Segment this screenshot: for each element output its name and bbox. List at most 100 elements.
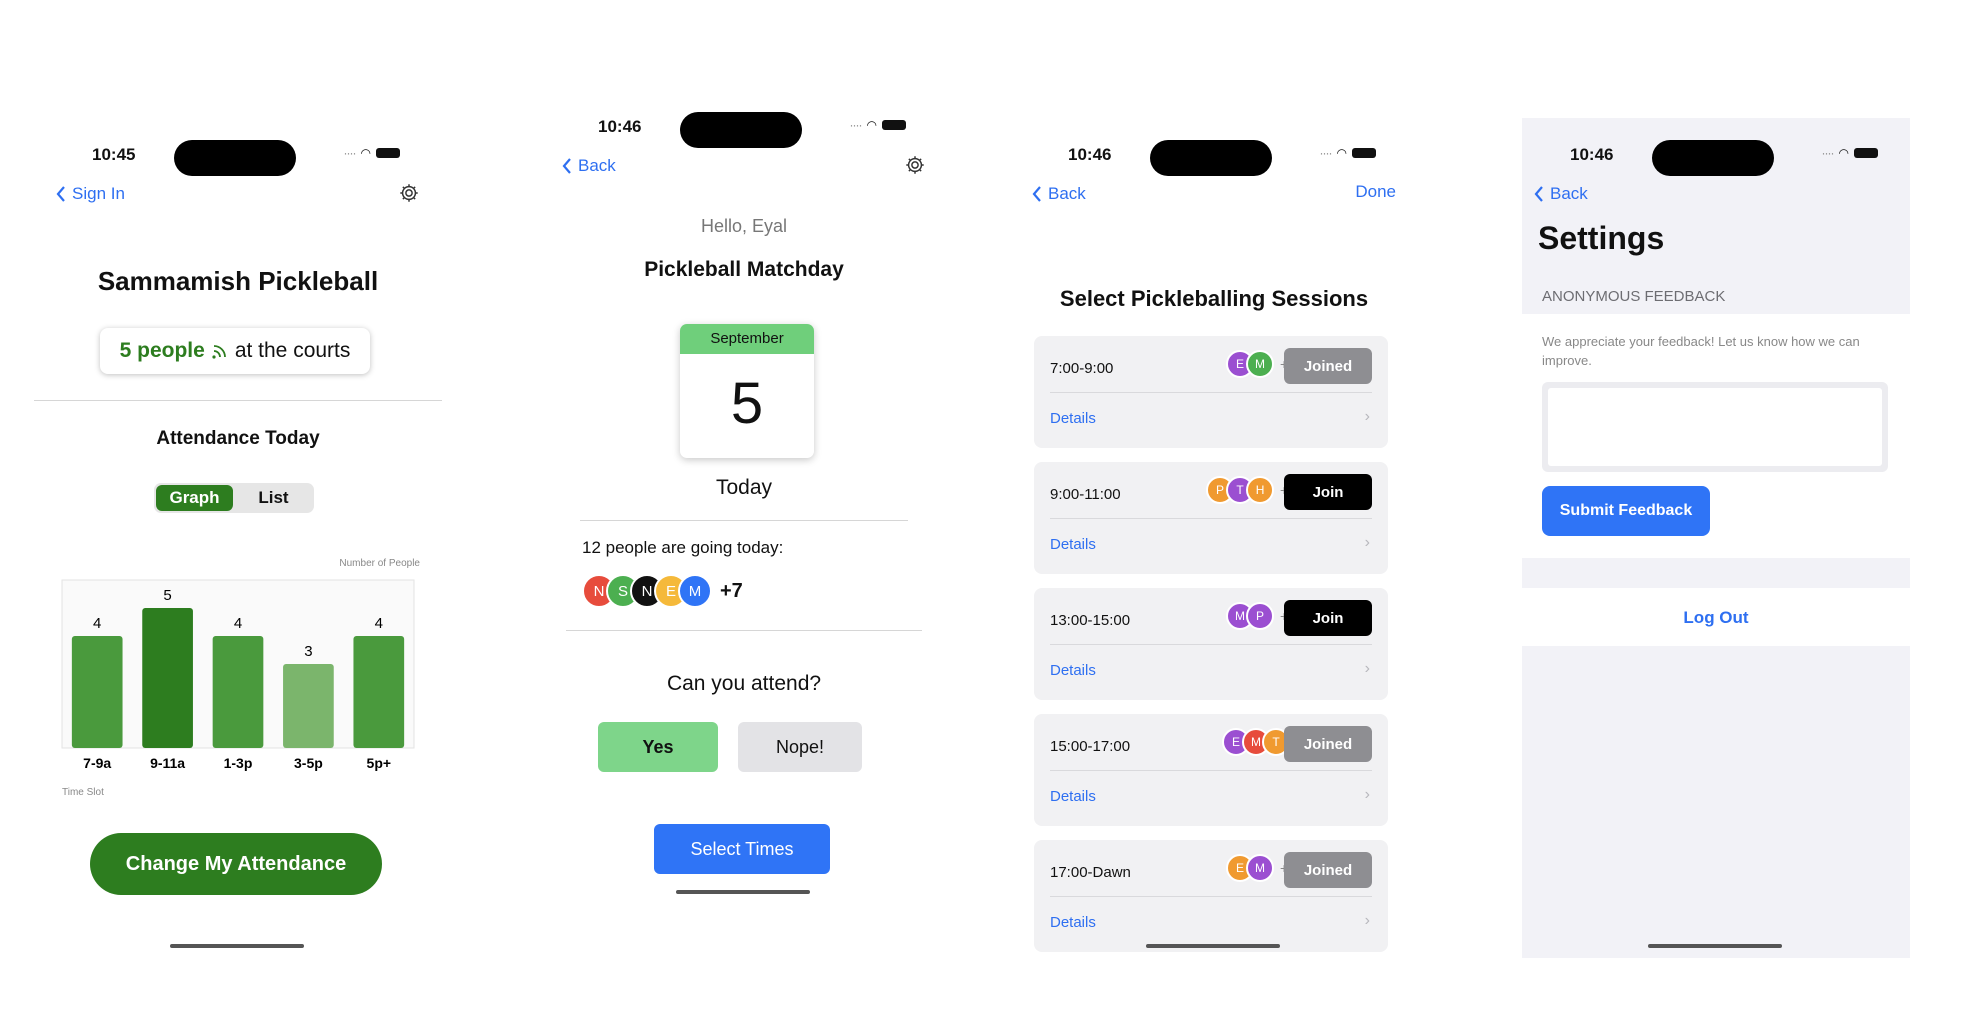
status-bar: 10:46 ···· ◠ [1522, 140, 1910, 176]
attendance-title: Attendance Today [156, 428, 320, 449]
bar [283, 664, 334, 748]
details-link[interactable]: Details [1050, 536, 1096, 553]
status-time: 10:46 [598, 117, 642, 136]
chevron-left-icon [56, 186, 65, 202]
nav-bar: Back Done [1032, 180, 1396, 208]
details-link[interactable]: Details [1050, 410, 1096, 427]
feedback-input[interactable] [1548, 388, 1882, 466]
session-card: 13:00-15:00 MP+1 Join Details › [1034, 588, 1388, 700]
battery-icon [1854, 148, 1878, 158]
log-out-button[interactable]: Log Out [1522, 608, 1910, 628]
bar-value-label: 4 [375, 615, 383, 632]
dynamic-island [1652, 140, 1774, 176]
session-avatars: MP+1 [1204, 602, 1296, 630]
details-link[interactable]: Details [1050, 914, 1096, 931]
divider [566, 630, 922, 631]
select-times-button[interactable]: Select Times [654, 824, 830, 874]
session-card: 9:00-11:00 PTH+2 Join Details › [1034, 462, 1388, 574]
cellular-icon: ···· [343, 146, 357, 160]
page-title: Pickleball Matchday [644, 258, 844, 281]
bar-value-label: 4 [93, 615, 101, 632]
settings-button[interactable] [904, 154, 926, 181]
back-button[interactable]: Back [1032, 184, 1086, 204]
joined-button[interactable]: Joined [1284, 348, 1372, 384]
dynamic-island [1150, 140, 1272, 176]
screen-home: 10:45 ···· ◠ Sign In Sammamish Picklebal… [34, 118, 442, 978]
battery-icon [1352, 148, 1376, 158]
bar-value-label: 4 [234, 615, 242, 632]
session-avatars: EM+1 [1204, 350, 1296, 378]
back-button[interactable]: Back [562, 156, 616, 176]
divider [580, 520, 908, 521]
calendar-month: September [680, 324, 814, 354]
today-label: Today [715, 476, 773, 499]
x-tick-label: 9-11a [150, 755, 185, 771]
status-bar: 10:46 ···· ◠ [1020, 140, 1408, 176]
chevron-right-icon: › [1364, 912, 1370, 929]
feedback-description: We appreciate your feedback! Let us know… [1542, 334, 1860, 368]
details-link[interactable]: Details [1050, 662, 1096, 679]
done-button[interactable]: Done [1355, 182, 1396, 202]
cellular-icon: ···· [1821, 146, 1835, 160]
screen-matchday: 10:46 ···· ◠ Back Hello, Eyal Pickleball… [550, 90, 938, 950]
change-attendance-button[interactable]: Change My Attendance [90, 833, 382, 895]
bar-value-label: 5 [163, 587, 171, 604]
system-icons: ···· ◠ [850, 118, 906, 132]
session-time: 13:00-15:00 [1050, 612, 1131, 629]
feedback-textarea[interactable] [1542, 382, 1888, 472]
status-time: 10:45 [92, 145, 136, 164]
divider [1050, 392, 1372, 393]
x-tick-label: 1-3p [224, 755, 253, 771]
joined-button[interactable]: Joined [1284, 726, 1372, 762]
wifi-icon: ◠ [1336, 146, 1347, 160]
cellular-icon: ···· [849, 118, 863, 132]
chevron-right-icon: › [1364, 408, 1370, 425]
back-button[interactable]: Back [1534, 184, 1588, 204]
going-text: 12 people are going today: [582, 538, 784, 557]
sign-in-button[interactable]: Sign In [56, 184, 125, 204]
calendar-card: September 5 [680, 324, 814, 458]
x-tick-label: 5p+ [367, 755, 392, 771]
yes-button[interactable]: Yes [598, 722, 718, 772]
session-card: 7:00-9:00 EM+1 Joined Details › [1034, 336, 1388, 448]
joined-button[interactable]: Joined [1284, 852, 1372, 888]
screen-settings: 10:46 ···· ◠ Back Settings ANONYMOUS FEE… [1522, 118, 1910, 978]
chevron-right-icon: › [1364, 786, 1370, 803]
chart-xlabel: Time Slot [62, 787, 104, 798]
x-tick-label: 3-5p [294, 755, 323, 771]
attend-question: Can you attend? [666, 672, 822, 695]
system-icons: ···· ◠ [1822, 146, 1878, 160]
nav-bar: Back [1534, 180, 1898, 208]
people-count-pill: 5 people at the courts [100, 328, 370, 374]
segment-list[interactable]: List [235, 485, 312, 511]
avatar: M [1246, 350, 1275, 378]
cellular-icon: ···· [1319, 146, 1333, 160]
back-label: Back [1550, 184, 1588, 203]
system-icons: ···· ◠ [1320, 146, 1376, 160]
bar [71, 636, 123, 748]
people-count: 5 people [119, 339, 205, 362]
attendance-chart: Number of People 4 7-9a 5 9-11a 4 1-3p 3 3-5p 4 5… [60, 558, 420, 798]
nav-bar: Sign In [56, 180, 420, 208]
x-tick-label: 7-9a [83, 755, 111, 771]
greeting: Hello, Eyal [700, 216, 788, 236]
dynamic-island [174, 140, 296, 176]
chevron-left-icon [1534, 186, 1543, 202]
nope-button[interactable]: Nope! [738, 722, 862, 772]
chevron-right-icon: › [1364, 534, 1370, 551]
join-button[interactable]: Join [1284, 474, 1372, 510]
settings-button[interactable] [398, 182, 420, 209]
join-button[interactable]: Join [1284, 600, 1372, 636]
back-label: Back [578, 156, 616, 175]
nav-bar: Back [562, 152, 926, 180]
home-indicator [676, 890, 810, 894]
details-link[interactable]: Details [1050, 788, 1096, 805]
segment-graph[interactable]: Graph [156, 485, 233, 511]
avatar: P [1246, 602, 1275, 630]
chevron-right-icon: › [1364, 660, 1370, 677]
people-suffix: at the courts [234, 339, 351, 362]
submit-feedback-button[interactable]: Submit Feedback [1542, 486, 1710, 536]
chart-svg: 4 7-9a 5 9-11a 4 1-3p 3 3-5p 4 5p+ [61, 579, 415, 771]
more-count: +7 [720, 579, 743, 602]
session-avatars: EM+1 [1204, 854, 1296, 882]
